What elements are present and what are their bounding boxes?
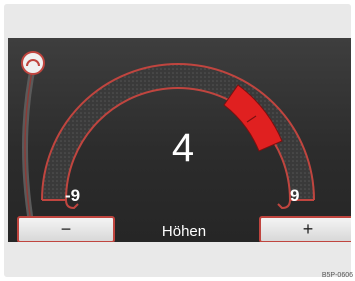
dial-end-hook — [277, 199, 291, 210]
max-value-label: 9 — [290, 186, 300, 205]
bottom-bar — [4, 242, 351, 277]
decrease-button[interactable]: − — [17, 216, 115, 243]
increase-button-label: + — [302, 219, 314, 239]
device-frame: 4 -9 9 − Höhen + — [4, 4, 351, 277]
setting-name: Höhen — [161, 223, 207, 240]
reference-code: B5P-0606 — [321, 272, 353, 279]
increase-button[interactable]: + — [259, 216, 351, 243]
circular-back-icon[interactable] — [21, 51, 45, 75]
current-value: 4 — [171, 126, 195, 170]
decrease-button-label: − — [60, 219, 72, 239]
min-value-label: -9 — [65, 186, 81, 205]
